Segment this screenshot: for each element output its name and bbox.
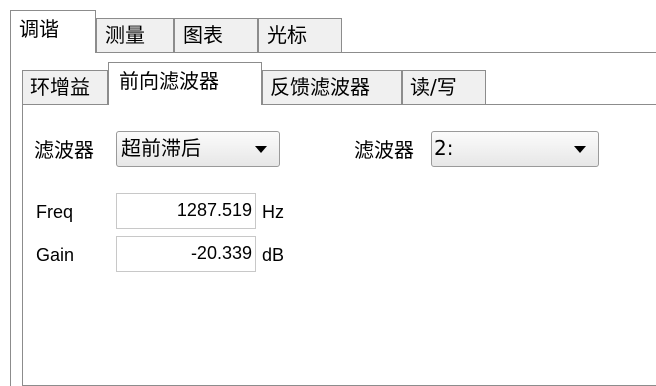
filter-index-value: 2: bbox=[434, 136, 454, 160]
filter-type-label: 滤波器 bbox=[34, 138, 94, 162]
tab-chart[interactable]: 图表 bbox=[174, 18, 258, 53]
tab-loop-gain-label: 环增益 bbox=[30, 75, 90, 99]
tab-chart-label: 图表 bbox=[183, 23, 223, 47]
gain-unit: dB bbox=[262, 245, 285, 265]
tab-measure[interactable]: 测量 bbox=[96, 18, 174, 53]
filter-index-select[interactable]: 2: bbox=[431, 131, 599, 167]
freq-label: Freq bbox=[36, 202, 74, 222]
tab-read-write[interactable]: 读/写 bbox=[402, 70, 486, 104]
tuning-window: 调谐 测量 图表 光标 环增益 前向滤波器 反馈滤波器 读/写 滤波器 超前滞后 bbox=[0, 0, 656, 386]
chevron-down-icon bbox=[255, 146, 267, 153]
tab-tuning[interactable]: 调谐 bbox=[10, 10, 96, 53]
gain-input[interactable]: -20.339 bbox=[116, 236, 256, 272]
tab-forward-filter-label: 前向滤波器 bbox=[119, 69, 219, 93]
freq-input[interactable]: 1287.519 bbox=[116, 193, 256, 229]
tab-feedback-filter-label: 反馈滤波器 bbox=[270, 75, 370, 99]
tab-cursor-label: 光标 bbox=[267, 23, 307, 47]
filter-type-value: 超前滞后 bbox=[121, 136, 201, 160]
tab-cursor[interactable]: 光标 bbox=[258, 18, 342, 53]
tab-tuning-label: 调谐 bbox=[19, 17, 59, 41]
filter-index-label: 滤波器 bbox=[354, 138, 414, 162]
tab-feedback-filter[interactable]: 反馈滤波器 bbox=[262, 70, 402, 104]
freq-unit: Hz bbox=[262, 202, 284, 222]
tab-loop-gain[interactable]: 环增益 bbox=[22, 70, 108, 104]
tab-measure-label: 测量 bbox=[105, 23, 145, 47]
gain-label: Gain bbox=[36, 245, 75, 265]
chevron-down-icon bbox=[574, 146, 586, 153]
tab-read-write-label: 读/写 bbox=[410, 75, 457, 99]
filter-type-select[interactable]: 超前滞后 bbox=[116, 131, 280, 167]
tab-forward-filter[interactable]: 前向滤波器 bbox=[108, 62, 262, 105]
